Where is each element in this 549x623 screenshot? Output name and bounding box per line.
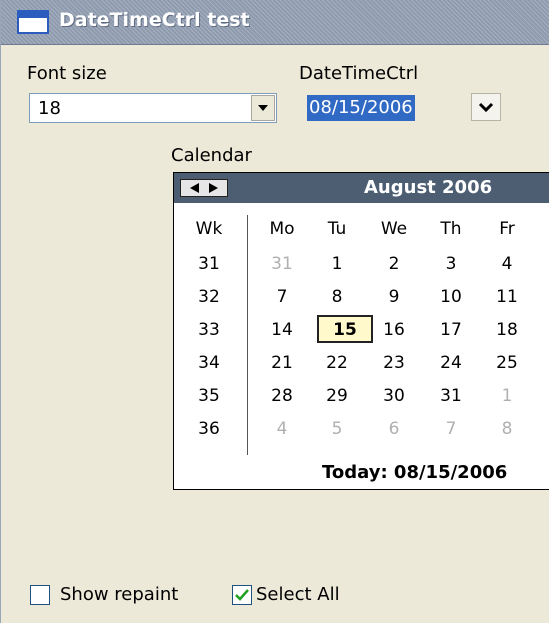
column-header-mo: Mo — [269, 219, 295, 239]
today-link[interactable]: Today: 08/15/2006 — [322, 462, 507, 483]
column-header-fr: Fr — [499, 219, 515, 239]
day-cell[interactable]: 8 — [483, 419, 531, 439]
day-cell[interactable]: 24 — [427, 353, 475, 373]
chevron-down-icon — [478, 102, 494, 113]
week-number: 35 — [198, 386, 220, 406]
day-cell[interactable]: 16 — [370, 320, 418, 340]
datetime-value[interactable]: 08/15/2006 — [307, 95, 415, 121]
column-header-tu: Tu — [327, 219, 347, 239]
arrow-right-icon[interactable] — [208, 183, 218, 193]
calendar-header: August 2006 — [174, 173, 549, 203]
selected-day-cell[interactable]: 15 — [321, 320, 369, 340]
datetime-picker[interactable]: 08/15/2006 — [299, 93, 503, 123]
day-cell[interactable]: 31 — [258, 254, 306, 274]
day-cell[interactable]: 4 — [483, 254, 531, 274]
datetime-dropdown-button[interactable] — [471, 93, 501, 121]
day-cell[interactable]: 2 — [370, 254, 418, 274]
window-title: DateTimeCtrl test — [59, 9, 250, 31]
show-repaint-label[interactable]: Show repaint — [60, 584, 178, 605]
font-size-dropdown-button[interactable] — [251, 95, 275, 121]
week-number: 32 — [198, 287, 220, 307]
title-bar[interactable]: DateTimeCtrl test — [1, 0, 549, 45]
show-repaint-checkbox[interactable] — [30, 585, 50, 605]
checkmark-icon — [235, 589, 249, 601]
calendar-control[interactable]: August 2006 Wk Mo Tu We Th Fr 31 31 1 2 … — [173, 172, 549, 490]
day-cell[interactable]: 25 — [483, 353, 531, 373]
font-size-label: Font size — [27, 63, 107, 84]
font-size-combobox[interactable]: 18 — [29, 93, 277, 123]
week-column-divider — [247, 215, 248, 455]
day-cell[interactable]: 3 — [427, 254, 475, 274]
month-title: August 2006 — [364, 177, 493, 198]
column-header-th: Th — [440, 219, 462, 239]
day-cell[interactable]: 11 — [483, 287, 531, 307]
day-cell[interactable]: 1 — [313, 254, 361, 274]
day-cell[interactable]: 21 — [258, 353, 306, 373]
day-cell[interactable]: 22 — [313, 353, 361, 373]
day-cell[interactable]: 8 — [313, 287, 361, 307]
day-cell[interactable]: 28 — [258, 386, 306, 406]
day-cell[interactable]: 6 — [370, 419, 418, 439]
week-number: 36 — [198, 419, 220, 439]
calendar-label: Calendar — [171, 145, 252, 166]
day-cell[interactable]: 23 — [370, 353, 418, 373]
day-cell[interactable]: 4 — [258, 419, 306, 439]
datetimectrl-label: DateTimeCtrl — [299, 63, 419, 84]
week-number: 31 — [198, 254, 220, 274]
window-icon — [17, 10, 49, 34]
day-cell[interactable]: 29 — [313, 386, 361, 406]
day-cell[interactable]: 17 — [427, 320, 475, 340]
app-window: DateTimeCtrl test Font size 18 DateTimeC… — [0, 0, 549, 623]
column-header-we: We — [380, 219, 408, 239]
day-cell[interactable]: 7 — [427, 419, 475, 439]
chevron-down-icon — [258, 105, 268, 111]
day-cell[interactable]: 14 — [258, 320, 306, 340]
select-all-checkbox[interactable] — [232, 585, 252, 605]
arrow-left-icon[interactable] — [190, 183, 200, 193]
day-cell[interactable]: 5 — [313, 419, 361, 439]
font-size-value: 18 — [38, 98, 61, 119]
day-cell[interactable]: 31 — [427, 386, 475, 406]
week-number: 33 — [198, 320, 220, 340]
day-cell[interactable]: 1 — [483, 386, 531, 406]
column-header-week: Wk — [195, 219, 223, 239]
month-nav-button[interactable] — [180, 179, 228, 197]
day-cell[interactable]: 7 — [258, 287, 306, 307]
select-all-label[interactable]: Select All — [256, 584, 340, 605]
day-cell[interactable]: 9 — [370, 287, 418, 307]
day-cell[interactable]: 10 — [427, 287, 475, 307]
day-cell[interactable]: 18 — [483, 320, 531, 340]
day-cell[interactable]: 30 — [370, 386, 418, 406]
week-number: 34 — [198, 353, 220, 373]
